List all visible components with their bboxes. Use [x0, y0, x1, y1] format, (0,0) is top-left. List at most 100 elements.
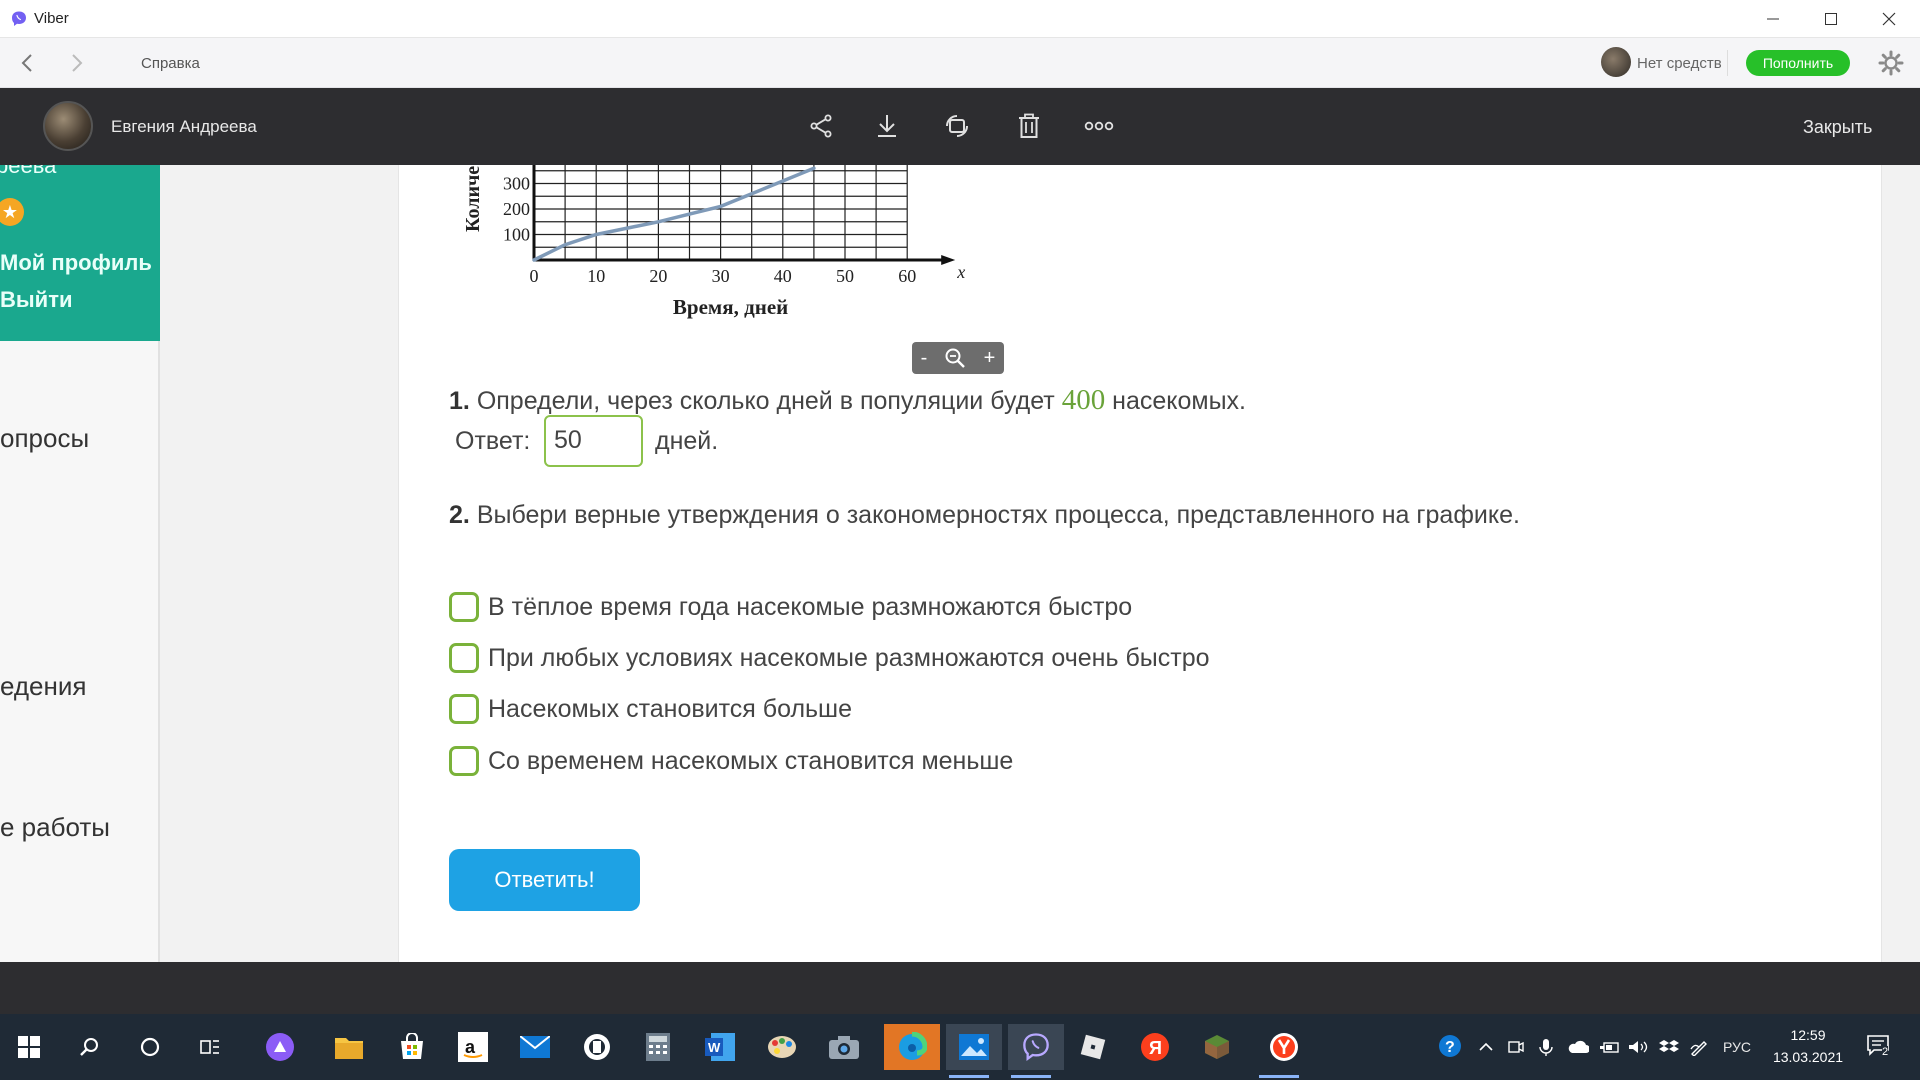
taskbar-word[interactable]: W [697, 1024, 743, 1070]
notification-count: 2 [1882, 1046, 1889, 1058]
x-tick-label: 20 [649, 266, 667, 286]
viber-toolbar: Справка Нет средств Пополнить [0, 38, 1920, 88]
avatar[interactable] [1601, 47, 1631, 77]
zoom-out-button[interactable]: - [921, 347, 928, 370]
minimize-button[interactable] [1745, 0, 1801, 38]
meet-icon[interactable] [1507, 1038, 1525, 1056]
delete-button[interactable] [1011, 108, 1047, 144]
contact-avatar[interactable] [43, 101, 93, 151]
option-1[interactable]: В тёплое время года насекомые размножают… [449, 591, 1132, 623]
search-button[interactable] [67, 1024, 113, 1070]
taskbar-amazon[interactable]: a [450, 1024, 496, 1070]
download-button[interactable] [869, 108, 905, 144]
balance-status[interactable]: Нет средств [1637, 55, 1722, 72]
answer-input[interactable]: 50 [544, 415, 643, 467]
pen-icon[interactable] [1689, 1038, 1709, 1056]
photos-icon [959, 1034, 989, 1060]
close-viewer-button[interactable]: Закрыть [1803, 117, 1872, 138]
mail-icon [520, 1036, 550, 1058]
help-link[interactable]: Справка [141, 55, 200, 72]
option-4-label[interactable]: Со временем насекомых становится меньше [488, 747, 1013, 776]
svg-text:W: W [708, 1040, 721, 1055]
maximize-button[interactable] [1803, 0, 1859, 38]
answer-unit: дней. [655, 427, 719, 455]
option-3-label[interactable]: Насекомых становится больше [488, 695, 852, 724]
download-icon [878, 115, 896, 137]
chevron-up-icon[interactable] [1477, 1038, 1495, 1056]
gear-icon[interactable] [1878, 50, 1904, 76]
more-button[interactable] [1081, 108, 1117, 144]
taskbar-app[interactable] [574, 1024, 620, 1070]
y-tick-label: 200 [503, 199, 530, 219]
option-2-label[interactable]: При любых условиях насекомые размножаютс… [488, 644, 1210, 673]
nav-item-info: едения [0, 671, 87, 701]
submit-answer-button[interactable]: Ответить! [449, 849, 640, 911]
taskbar-edge[interactable] [884, 1024, 940, 1070]
maximize-icon [1825, 13, 1837, 25]
taskbar-camera[interactable] [821, 1024, 867, 1070]
language-indicator[interactable]: РУС [1723, 1039, 1751, 1055]
edge-icon [899, 1032, 927, 1060]
yandex-icon: Я [1141, 1033, 1169, 1061]
x-tick-label: 0 [530, 266, 539, 286]
task-view-button[interactable] [187, 1024, 233, 1070]
topup-button[interactable]: Пополнить [1746, 50, 1850, 76]
roblox-icon [1080, 1034, 1106, 1060]
option-4-checkbox[interactable] [449, 746, 479, 776]
chevron-left-icon [21, 54, 32, 72]
media-viewer-header: Евгения Андреева Закрыть [0, 88, 1920, 165]
taskbar-file-explorer[interactable] [326, 1024, 372, 1070]
microphone-icon[interactable] [1537, 1038, 1555, 1056]
clock[interactable]: 12:59 13.03.2021 [1768, 1024, 1848, 1068]
option-1-checkbox[interactable] [449, 592, 479, 622]
back-button[interactable] [14, 50, 40, 76]
start-button[interactable] [6, 1024, 52, 1070]
my-profile-link: Мой профиль [0, 250, 152, 275]
onedrive-icon[interactable] [1567, 1038, 1589, 1056]
store-icon [401, 1033, 423, 1059]
logout-link: Выйти [0, 287, 73, 312]
question-1-value: 400 [1061, 384, 1106, 416]
option-2[interactable]: При любых условиях насекомые размножаютс… [449, 642, 1210, 674]
taskbar-paint[interactable] [759, 1024, 805, 1070]
taskbar-alice[interactable] [257, 1024, 303, 1070]
search-icon [80, 1038, 98, 1056]
taskbar-roblox[interactable] [1070, 1024, 1116, 1070]
taskbar-store[interactable] [389, 1024, 435, 1070]
magnifier-icon [945, 348, 966, 368]
option-3-checkbox[interactable] [449, 694, 479, 724]
minecraft-icon [1205, 1035, 1229, 1059]
share-button[interactable] [803, 108, 839, 144]
option-1-label[interactable]: В тёплое время года насекомые размножают… [488, 593, 1132, 622]
rotate-button[interactable] [939, 108, 975, 144]
battery-icon[interactable] [1599, 1038, 1619, 1056]
forward-button[interactable] [64, 50, 90, 76]
zoom-in-button[interactable]: + [984, 347, 996, 370]
option-2-checkbox[interactable] [449, 643, 479, 673]
clock-time: 12:59 [1790, 1027, 1826, 1043]
help-icon[interactable]: ? [1437, 1033, 1465, 1061]
taskbar-photos[interactable] [946, 1024, 1002, 1078]
taskbar-minecraft[interactable] [1194, 1024, 1240, 1070]
taskbar-mail[interactable] [512, 1024, 558, 1070]
camera-icon [829, 1036, 859, 1059]
notification-center-button[interactable]: 2 [1866, 1034, 1894, 1060]
option-3[interactable]: Насекомых становится больше [449, 693, 852, 725]
x-tick-label: 50 [836, 266, 854, 286]
taskbar-yandex[interactable]: Я [1132, 1024, 1178, 1070]
dropbox-icon[interactable] [1659, 1038, 1679, 1056]
rotate-icon [946, 115, 968, 137]
y-axis-label: Количе [462, 166, 484, 232]
taskbar-viber[interactable] [1008, 1024, 1064, 1078]
close-window-button[interactable] [1861, 0, 1917, 38]
nav-item-works: е работы [0, 812, 110, 842]
taskbar-yandex-browser[interactable] [1256, 1024, 1312, 1078]
app-icon [584, 1034, 610, 1060]
contact-name[interactable]: Евгения Андреева [111, 117, 257, 137]
star-icon: ★ [0, 198, 24, 226]
cortana-button[interactable] [127, 1024, 173, 1070]
taskbar-calculator[interactable] [635, 1024, 681, 1070]
volume-icon[interactable] [1627, 1038, 1649, 1056]
x-tick-label: 10 [587, 266, 605, 286]
option-4[interactable]: Со временем насекомых становится меньше [449, 745, 1013, 777]
